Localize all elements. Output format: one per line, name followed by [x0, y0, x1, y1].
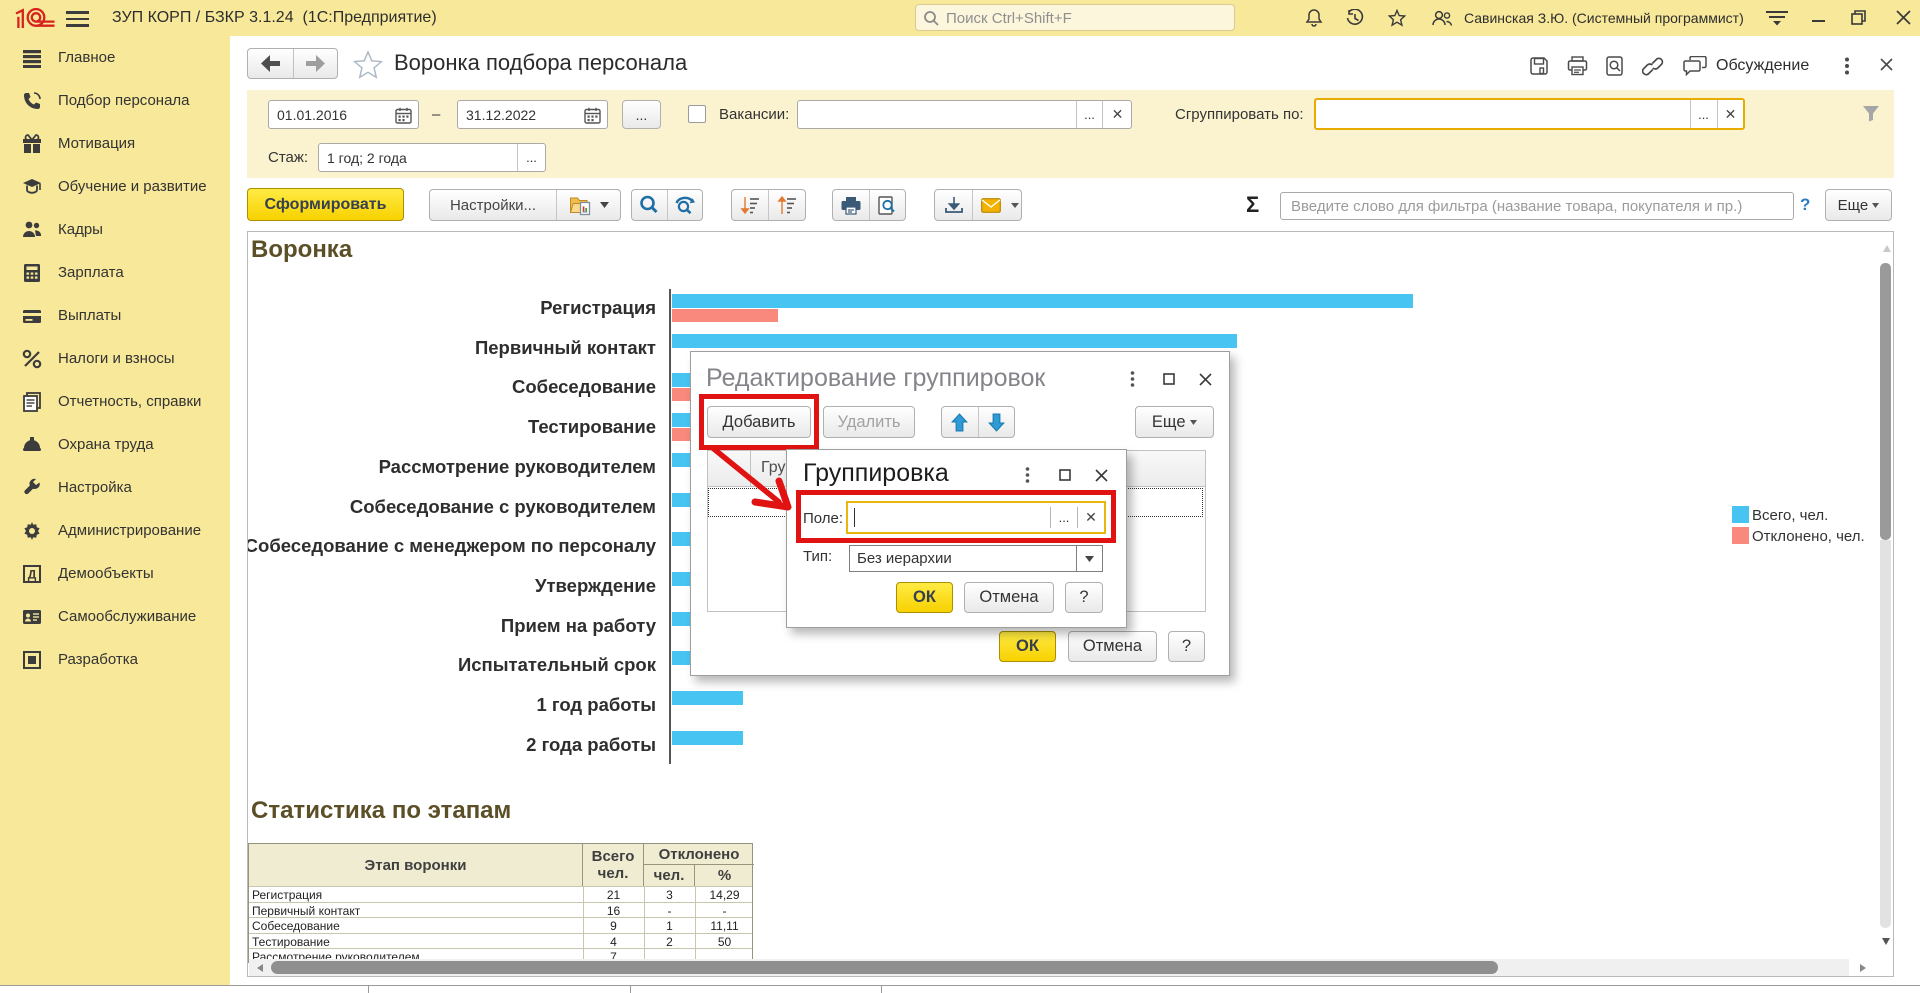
svg-text:Д: Д: [28, 568, 37, 582]
